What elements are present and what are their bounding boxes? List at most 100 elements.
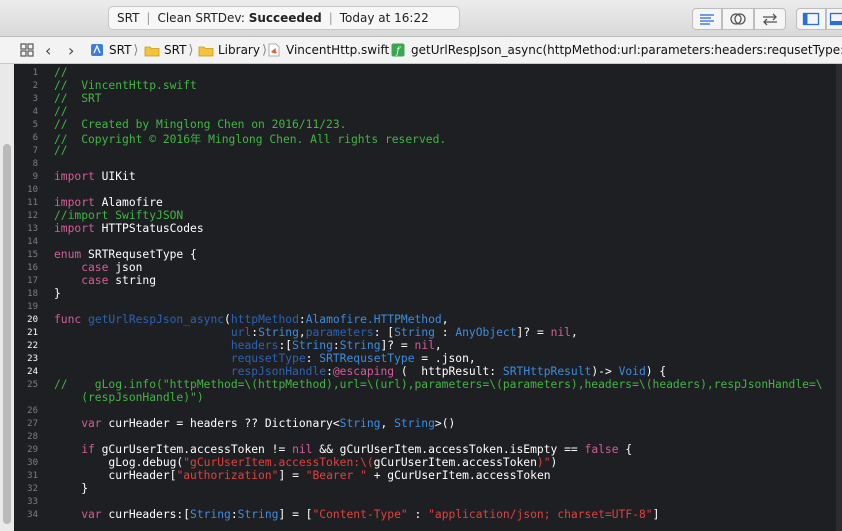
jump-bar: ‹ › SRT ⟩ SRT ⟩ Library ⟩ VincentHttp.sw… [0, 37, 842, 64]
vertical-scrollbar[interactable] [836, 64, 842, 531]
line-number: 32 [27, 484, 38, 494]
breadcrumb-file[interactable]: VincentHttp.swift ⟩ [268, 37, 398, 63]
debug-panel-icon [829, 12, 842, 26]
line-number: 9 [32, 172, 38, 182]
chevron-right-icon: › [68, 40, 75, 60]
code-line: } [54, 287, 61, 300]
chevron-left-icon: ‹ [45, 40, 52, 60]
navigator-toggle-button[interactable] [796, 8, 826, 30]
code-line: // VincentHttp.swift [54, 79, 197, 92]
folder-icon [144, 46, 160, 56]
version-editor-icon [763, 13, 777, 26]
code-line: import HTTPStatusCodes [54, 222, 204, 235]
code-line: // [54, 105, 68, 118]
code-line: func getUrlRespJson_async(httpMethod:Ala… [54, 313, 449, 326]
line-number: 20 [27, 315, 38, 325]
status-separator: | [328, 11, 333, 25]
window-toolbar: SRT | Clean SRTDev: Succeeded | Today at… [0, 0, 842, 37]
line-number: 5 [32, 120, 38, 130]
version-editor-button[interactable] [754, 8, 786, 30]
code-line: if gCurUserItem.accessToken != nil && gC… [54, 443, 633, 456]
line-number: 10 [27, 185, 38, 195]
breadcrumb-project[interactable]: SRT ⟩ [90, 37, 141, 63]
swift-file-icon [268, 43, 280, 57]
line-number: 34 [27, 510, 38, 520]
chevron-right-icon: ⟩ [133, 42, 139, 58]
code-line: curHeader["authorization"] = "Bearer " +… [54, 469, 551, 482]
code-line: // gLog.info("httpMethod=\(httpMethod),u… [54, 378, 823, 391]
code-line: // Copyright © 2016年 Minglong Chen. All … [54, 133, 447, 146]
code-line: requsetType: SRTRequsetType = .json, [230, 352, 476, 365]
line-number: 15 [27, 250, 38, 260]
line-number: 27 [27, 419, 38, 429]
line-number: 6 [32, 133, 38, 143]
code-editor[interactable]: // // VincentHttp.swift // SRT // // Cre… [44, 64, 842, 531]
code-line: import Alamofire [54, 196, 163, 209]
line-number: 26 [27, 406, 38, 416]
breadcrumb-group-srt[interactable]: SRT ⟩ [144, 37, 196, 63]
code-line: var curHeaders:[String:String] = ["Conte… [54, 508, 660, 521]
code-line: url:String,parameters: [String : AnyObje… [230, 326, 578, 339]
navigator-panel-icon [802, 12, 820, 26]
line-number: 3 [32, 94, 38, 104]
breadcrumb-group-library[interactable]: Library ⟩ [198, 37, 269, 63]
line-number: 8 [32, 159, 38, 169]
project-icon [91, 44, 103, 56]
code-line: } [54, 482, 89, 495]
line-number: 11 [27, 198, 38, 208]
line-number: 16 [27, 263, 38, 273]
status-result: Succeeded [248, 11, 322, 25]
forward-button[interactable]: › [68, 37, 74, 63]
code-line: headers:[String:String]? = nil, [230, 339, 442, 352]
activity-status-bar[interactable]: SRT | Clean SRTDev: Succeeded | Today at… [108, 6, 460, 30]
line-number: 19 [27, 302, 38, 312]
standard-editor-icon [700, 14, 714, 25]
scheme-name: SRT [117, 11, 140, 25]
code-line: enum SRTRequsetType { [54, 248, 197, 261]
assistant-editor-icon [730, 13, 746, 25]
breadcrumb-label: VincentHttp.swift [286, 43, 390, 57]
line-number: 23 [27, 354, 38, 364]
related-items-button[interactable] [20, 37, 34, 63]
breadcrumb-label: Library [218, 43, 260, 57]
breadcrumb-label: SRT [164, 43, 187, 57]
chevron-right-icon: ⟩ [188, 42, 194, 58]
line-number: 7 [32, 146, 38, 156]
code-line: var curHeader = headers ?? Dictionary<St… [54, 417, 456, 430]
assistant-editor-button[interactable] [722, 8, 754, 30]
line-number: 21 [27, 328, 38, 338]
editor-left-gutter [0, 64, 14, 531]
code-line: case json [54, 261, 143, 274]
line-number: 22 [27, 341, 38, 351]
line-number: 4 [32, 107, 38, 117]
standard-editor-button[interactable] [692, 8, 722, 30]
line-number: 28 [27, 432, 38, 442]
code-line: // SRT [54, 92, 102, 105]
breadcrumb-label: getUrlRespJson_async(httpMethod:url:para… [411, 43, 842, 57]
line-number: 13 [27, 224, 38, 234]
code-line: // [54, 144, 68, 157]
code-line: case string [54, 274, 157, 287]
line-number: 18 [27, 289, 38, 299]
vertical-scroll-thumb[interactable] [3, 144, 11, 524]
code-line: (respJsonHandle)") [54, 391, 204, 404]
line-number: 30 [27, 458, 38, 468]
code-line: //import SwiftyJSON [54, 209, 184, 222]
breadcrumb-function[interactable]: f getUrlRespJson_async(httpMethod:url:pa… [391, 37, 842, 63]
code-line: respJsonHandle:@escaping ( httpResult: S… [230, 365, 667, 378]
code-line: import UIKit [54, 170, 136, 183]
folder-icon [198, 46, 214, 56]
line-number: 2 [32, 81, 38, 91]
breadcrumb-label: SRT [109, 43, 132, 57]
function-icon: f [391, 43, 405, 57]
line-number: 31 [27, 471, 38, 481]
line-number: 25 [27, 380, 38, 390]
grid-icon [20, 43, 34, 57]
status-separator: | [146, 11, 151, 25]
code-line: // [54, 66, 68, 79]
debug-area-toggle-button[interactable] [826, 8, 842, 30]
line-number: 12 [27, 211, 38, 221]
line-number-gutter: 1 2 3 4 5 6 7 8 9 10 11 12 13 14 15 16 1… [14, 64, 44, 531]
back-button[interactable]: ‹ [45, 37, 51, 63]
line-number: 24 [27, 367, 38, 377]
